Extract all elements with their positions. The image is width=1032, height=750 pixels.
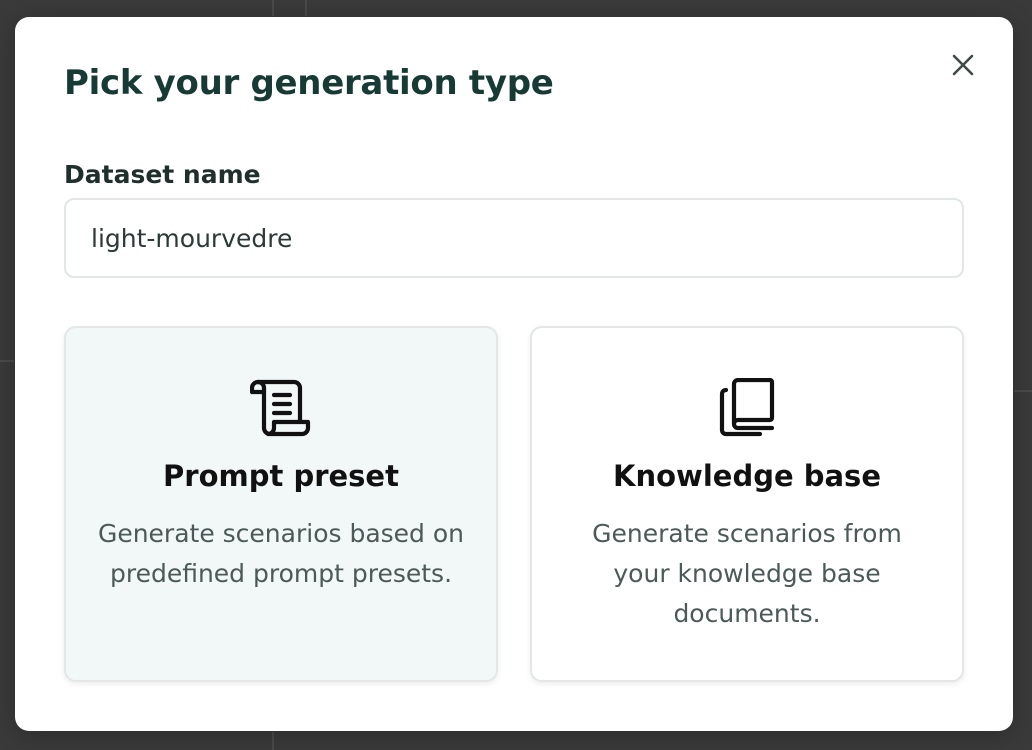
- scroll-icon: [250, 379, 311, 437]
- knowledge-base-title: Knowledge base: [613, 459, 881, 493]
- prompt-preset-description: Generate scenarios based on predefined p…: [97, 519, 465, 588]
- dialog-title: Pick your generation type: [64, 63, 554, 103]
- background-divider: [1014, 390, 1032, 392]
- books-icon: [719, 378, 775, 437]
- prompt-preset-card[interactable]: Prompt preset Generate scenarios based o…: [64, 326, 498, 682]
- knowledge-base-card[interactable]: Knowledge base Generate scenarios from y…: [530, 326, 964, 682]
- generation-type-dialog: Pick your generation type Dataset name P…: [15, 17, 1013, 731]
- close-button[interactable]: [949, 51, 977, 79]
- close-icon: [952, 54, 974, 76]
- prompt-preset-title: Prompt preset: [163, 459, 399, 493]
- background-divider: [0, 360, 14, 362]
- background-divider: [272, 732, 274, 750]
- dataset-name-input[interactable]: [64, 198, 964, 278]
- knowledge-base-description: Generate scenarios from your knowledge b…: [592, 519, 902, 628]
- background-divider: [272, 0, 274, 16]
- background-divider: [305, 0, 307, 16]
- dataset-name-label: Dataset name: [64, 160, 261, 189]
